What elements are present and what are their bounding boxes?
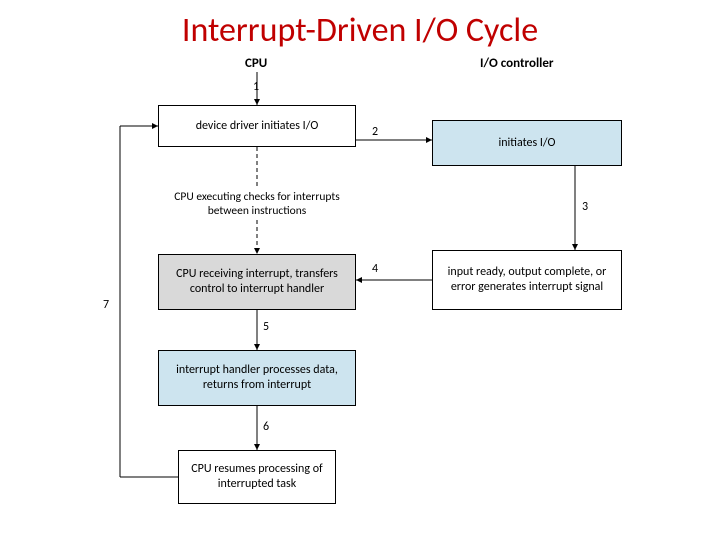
header-io-controller: I/O controller: [480, 56, 554, 71]
box-input-ready: input ready, output complete, or error g…: [432, 250, 622, 310]
box-driver-initiates: device driver initiates I/O: [158, 105, 356, 147]
step-5-label: 5: [263, 320, 269, 334]
step-7-label: 7: [103, 298, 109, 312]
step-4-label: 4: [372, 262, 378, 276]
step-2-label: 2: [372, 125, 378, 139]
step-1-label: 1: [253, 80, 259, 94]
diagram-title: Interrupt-Driven I/O Cycle: [0, 10, 720, 51]
step-3-label: 3: [582, 200, 588, 214]
text-cpu-checks: CPU executing checks for interrupts betw…: [155, 190, 359, 219]
box-cpu-resumes: CPU resumes processing of interrupted ta…: [178, 450, 336, 504]
box-cpu-receiving: CPU receiving interrupt, transfers contr…: [158, 254, 356, 310]
step-6-label: 6: [263, 420, 269, 434]
box-initiates-io: initiates I/O: [432, 120, 622, 166]
box-handler-processes: interrupt handler processes data, return…: [158, 350, 356, 406]
header-cpu: CPU: [245, 56, 267, 71]
